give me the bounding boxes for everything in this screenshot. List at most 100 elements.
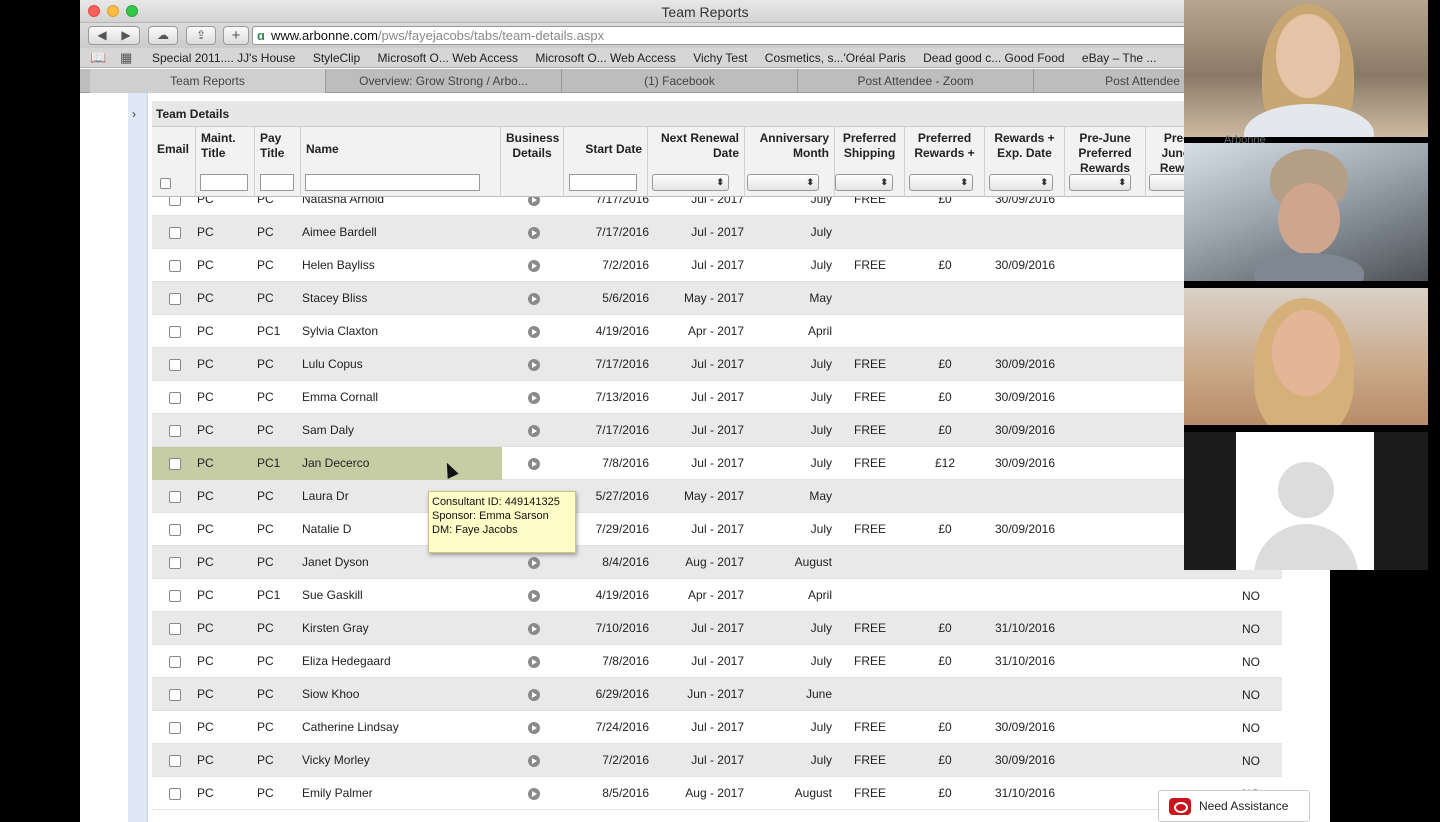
back-icon[interactable]: ◀: [90, 27, 114, 44]
table-row[interactable]: PC PC Emily Palmer 8/5/2016 Aug - 2017 August…: [152, 777, 1282, 810]
forward-icon[interactable]: ▶: [114, 27, 138, 44]
cell-name[interactable]: Emma Cornall: [302, 381, 492, 414]
tab-team-reports[interactable]: Team Reports: [90, 69, 326, 93]
business-details-icon[interactable]: [528, 722, 540, 734]
start-date-filter[interactable]: [569, 174, 637, 191]
col-email[interactable]: Email: [152, 127, 196, 197]
table-row[interactable]: PC PC Laura Dr 5/27/2016 May - 2017 May: [152, 480, 1282, 513]
business-details-icon[interactable]: [528, 590, 540, 602]
row-email-checkbox[interactable]: [169, 392, 181, 404]
table-row[interactable]: PC PC Eliza Hedegaard 7/8/2016 Jul - 2017 Jul…: [152, 645, 1282, 678]
video-participant-3[interactable]: [1184, 288, 1428, 425]
icloud-tabs-button[interactable]: ☁: [148, 26, 178, 45]
table-row[interactable]: PC PC1 Sue Gaskill 4/19/2016 Apr - 2017 April: [152, 579, 1282, 612]
business-details-icon[interactable]: [528, 293, 540, 305]
bookmark-item[interactable]: Cosmetics, s...'Oréal Paris: [765, 51, 906, 65]
col-start-date[interactable]: Start Date: [564, 127, 648, 197]
row-email-checkbox[interactable]: [169, 623, 181, 635]
table-row[interactable]: PC PC Catherine Lindsay 7/24/2016 Jul - 2017…: [152, 711, 1282, 744]
row-email-checkbox[interactable]: [169, 458, 181, 470]
col-name[interactable]: Name: [301, 127, 501, 197]
table-row[interactable]: PC PC Vicky Morley 7/2/2016 Jul - 2017 July FR…: [152, 744, 1282, 777]
bookmark-item[interactable]: Dead good c... Good Food: [923, 51, 1064, 65]
row-email-checkbox[interactable]: [169, 425, 181, 437]
table-row[interactable]: PC PC Natasha Arnold 7/17/2016 Jul - 2017 Jul…: [152, 197, 1282, 216]
row-email-checkbox[interactable]: [169, 788, 181, 800]
cell-name[interactable]: Sue Gaskill: [302, 579, 492, 612]
table-row[interactable]: PC PC1 Jan Decerco 7/8/2016 Jul - 2017 July FR…: [152, 447, 1282, 480]
row-email-checkbox[interactable]: [169, 557, 181, 569]
cell-name[interactable]: Jan Decerco: [302, 447, 492, 480]
cell-name[interactable]: Vicky Morley: [302, 744, 492, 777]
bookmark-item[interactable]: Microsoft O... Web Access: [378, 51, 518, 65]
table-row[interactable]: PC PC Stacey Bliss 5/6/2016 May - 2017 May: [152, 282, 1282, 315]
col-business-details[interactable]: Business Details: [501, 127, 564, 197]
row-email-checkbox[interactable]: [169, 491, 181, 503]
preferred-rewards-filter[interactable]: ⬍: [909, 174, 973, 191]
need-assistance-button[interactable]: Need Assistance: [1158, 790, 1310, 822]
bookmark-item[interactable]: eBay – The ...: [1082, 51, 1157, 65]
row-email-checkbox[interactable]: [169, 524, 181, 536]
row-email-checkbox[interactable]: [169, 359, 181, 371]
business-details-icon[interactable]: [528, 227, 540, 239]
row-email-checkbox[interactable]: [169, 227, 181, 239]
business-details-icon[interactable]: [528, 425, 540, 437]
table-row[interactable]: PC PC Emma Cornall 7/13/2016 Jul - 2017 July F…: [152, 381, 1282, 414]
table-row[interactable]: PC PC Aimee Bardell 7/17/2016 Jul - 2017 July: [152, 216, 1282, 249]
col-rewards-exp[interactable]: Rewards + Exp. Date ⬍: [985, 127, 1065, 197]
table-row[interactable]: PC PC Sam Daly 7/17/2016 Jul - 2017 July FREE £…: [152, 414, 1282, 447]
select-all-checkbox[interactable]: [160, 178, 171, 189]
video-participant-1[interactable]: [1184, 0, 1428, 137]
tab-post-attendee-zoom[interactable]: Post Attendee - Zoom: [798, 69, 1034, 93]
business-details-icon[interactable]: [528, 557, 540, 569]
reading-list-icon[interactable]: 📖: [90, 50, 106, 66]
maint-title-filter[interactable]: [200, 174, 248, 191]
cell-name[interactable]: Aimee Bardell: [302, 216, 492, 249]
row-email-checkbox[interactable]: [169, 689, 181, 701]
rewards-exp-filter[interactable]: ⬍: [989, 174, 1053, 191]
business-details-icon[interactable]: [528, 656, 540, 668]
business-details-icon[interactable]: [528, 260, 540, 272]
prejune-rewards-filter[interactable]: ⬍: [1069, 174, 1131, 191]
bookmark-item[interactable]: Special 2011.... JJ's House: [152, 51, 295, 65]
table-row[interactable]: PC PC Natalie D 7/29/2016 Jul - 2017 July FREE…: [152, 513, 1282, 546]
row-email-checkbox[interactable]: [169, 293, 181, 305]
table-row[interactable]: PC PC Lulu Copus 7/17/2016 Jul - 2017 July FRE…: [152, 348, 1282, 381]
business-details-icon[interactable]: [528, 392, 540, 404]
new-tab-button[interactable]: +: [223, 26, 249, 45]
business-details-icon[interactable]: [528, 359, 540, 371]
anniversary-filter[interactable]: ⬍: [747, 174, 819, 191]
cell-name[interactable]: Lulu Copus: [302, 348, 492, 381]
name-filter[interactable]: [305, 174, 480, 191]
business-details-icon[interactable]: [528, 458, 540, 470]
business-details-icon[interactable]: [528, 689, 540, 701]
bookmark-item[interactable]: Vichy Test: [693, 51, 747, 65]
table-row[interactable]: PC PC Helen Bayliss 7/2/2016 Jul - 2017 July F…: [152, 249, 1282, 282]
tab-overview[interactable]: Overview: Grow Strong / Arbo...: [326, 69, 562, 93]
cell-name[interactable]: Eliza Hedegaard: [302, 645, 492, 678]
row-email-checkbox[interactable]: [169, 326, 181, 338]
table-row[interactable]: PC PC1 Sylvia Claxton 4/19/2016 Apr - 2017 Ap…: [152, 315, 1282, 348]
cell-name[interactable]: Sam Daly: [302, 414, 492, 447]
cell-name[interactable]: Emily Palmer: [302, 777, 492, 810]
row-email-checkbox[interactable]: [169, 755, 181, 767]
preferred-shipping-filter[interactable]: ⬍: [835, 174, 893, 191]
video-participant-2[interactable]: [1184, 143, 1428, 281]
business-details-icon[interactable]: [528, 326, 540, 338]
row-email-checkbox[interactable]: [169, 590, 181, 602]
col-prejune-rewards[interactable]: Pre-June Preferred Rewards ⬍: [1065, 127, 1146, 197]
col-preferred-rewards[interactable]: Preferred Rewards + ⬍: [905, 127, 985, 197]
bookmark-item[interactable]: Microsoft O... Web Access: [535, 51, 675, 65]
bookmark-item[interactable]: StyleClip: [313, 51, 360, 65]
table-row[interactable]: PC PC Siow Khoo 6/29/2016 Jun - 2017 June: [152, 678, 1282, 711]
col-pay-title[interactable]: Pay Title: [255, 127, 301, 197]
cell-name[interactable]: Helen Bayliss: [302, 249, 492, 282]
cell-name[interactable]: Siow Khoo: [302, 678, 492, 711]
business-details-icon[interactable]: [528, 788, 540, 800]
row-email-checkbox[interactable]: [169, 260, 181, 272]
cell-name[interactable]: Kirsten Gray: [302, 612, 492, 645]
col-next-renewal[interactable]: Next Renewal Date ⬍: [648, 127, 745, 197]
tab-facebook[interactable]: (1) Facebook: [562, 69, 798, 93]
business-details-icon[interactable]: [528, 197, 540, 206]
expand-arrow-icon[interactable]: ›: [132, 107, 136, 121]
